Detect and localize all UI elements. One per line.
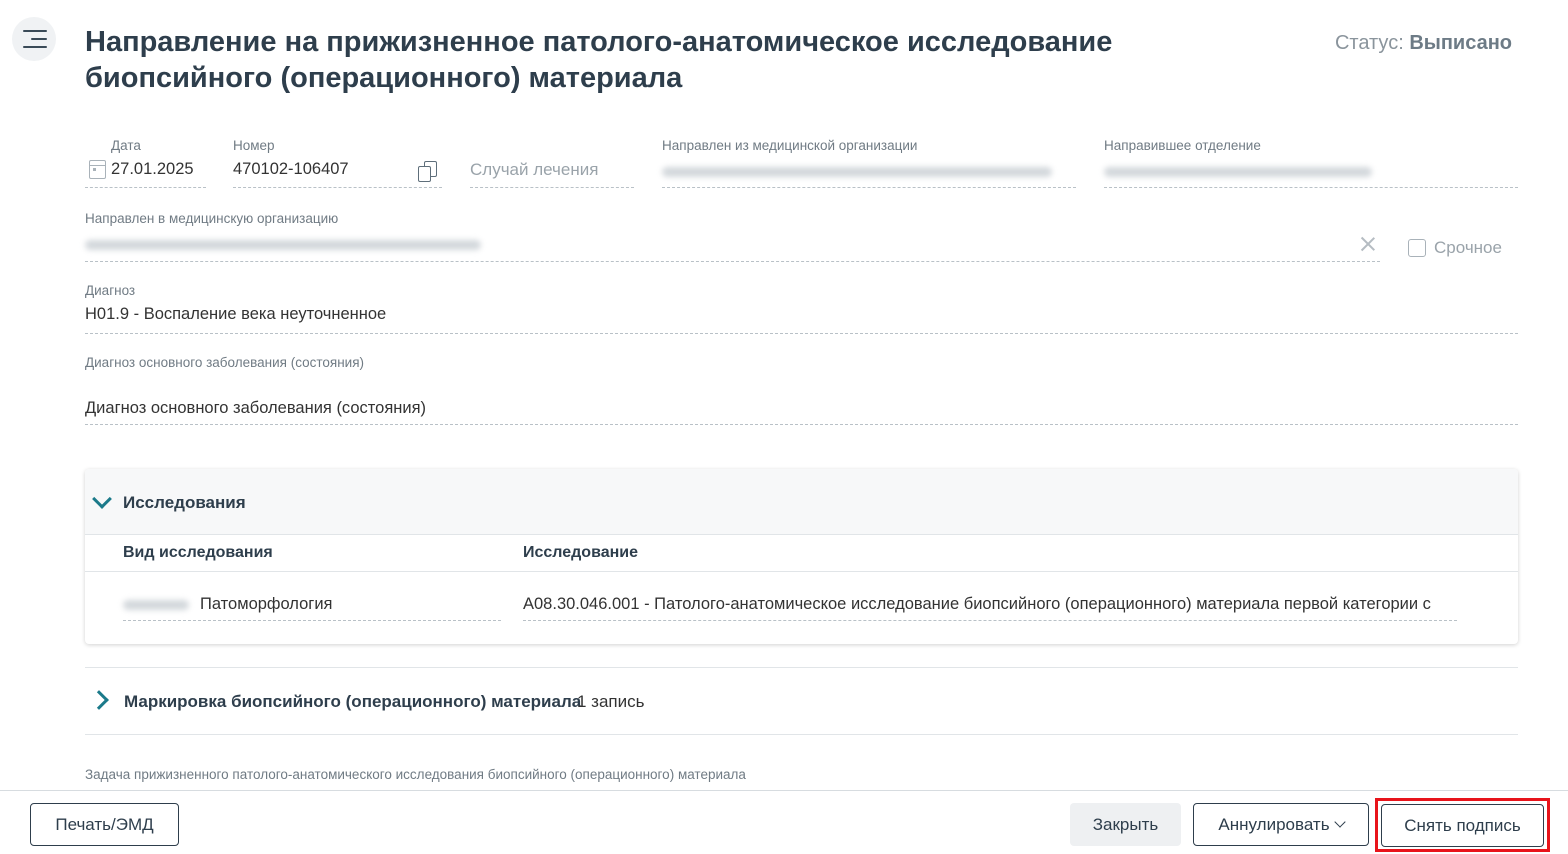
- clear-icon[interactable]: [1359, 235, 1377, 253]
- studies-panel-header[interactable]: Исследования: [85, 469, 1518, 535]
- menu-icon[interactable]: [12, 17, 56, 61]
- chevron-down-icon[interactable]: [92, 489, 112, 509]
- from-dept-label: Направившее отделение: [1104, 138, 1261, 153]
- type-code-blurred: [123, 600, 189, 610]
- diagnosis-label: Диагноз: [85, 283, 136, 298]
- number-label: Номер: [233, 138, 275, 153]
- main-diagnosis-input: Диагноз основного заболевания (состояния…: [85, 399, 427, 417]
- studies-panel: Исследования Вид исследования Исследован…: [85, 469, 1518, 644]
- to-org-value-blurred: [85, 240, 481, 250]
- close-button[interactable]: Закрыть: [1070, 803, 1181, 846]
- footer-toolbar: Печать/ЭМД Закрыть Аннулировать Снять по…: [0, 790, 1568, 854]
- to-org-field[interactable]: Направлен в медицинскую организацию: [85, 211, 1380, 262]
- main-diagnosis-field[interactable]: Диагноз основного заболевания (состояния…: [85, 355, 1518, 425]
- from-org-label: Направлен из медицинской организации: [662, 138, 918, 153]
- number-value: 470102-106407: [233, 160, 349, 178]
- marking-count: 1 запись: [577, 692, 645, 711]
- urgent-label: Срочное: [1434, 238, 1502, 257]
- status-value: Выписано: [1409, 32, 1512, 54]
- from-dept-value-blurred: [1104, 167, 1372, 177]
- annul-button[interactable]: Аннулировать: [1193, 803, 1369, 846]
- diagnosis-value: H01.9 - Воспаление века неуточненное: [85, 305, 387, 323]
- date-label: Дата: [111, 138, 141, 153]
- remove-signature-button[interactable]: Снять подпись: [1381, 804, 1544, 847]
- from-dept-field[interactable]: Направившее отделение: [1104, 138, 1518, 188]
- chevron-right-icon[interactable]: [89, 690, 109, 710]
- case-field[interactable]: Случай лечения: [470, 138, 634, 188]
- col-header-study: Исследование: [523, 544, 638, 561]
- status-label: Статус:: [1334, 32, 1404, 54]
- col-header-type: Вид исследования: [123, 544, 273, 561]
- urgent-checkbox[interactable]: Срочное: [1408, 238, 1502, 258]
- calendar-icon[interactable]: [89, 160, 106, 179]
- date-value: 27.01.2025: [111, 160, 194, 178]
- page-title: Направление на прижизненное патолого-ана…: [85, 26, 1113, 94]
- print-emd-button[interactable]: Печать/ЭМД: [30, 803, 179, 846]
- chevron-down-icon: [1333, 816, 1346, 828]
- study-type-value: Патоморфология: [200, 595, 333, 613]
- highlight-frame: Снять подпись: [1375, 798, 1550, 852]
- main-diagnosis-label: Диагноз основного заболевания (состояния…: [85, 355, 365, 370]
- table-row-study-cell[interactable]: A08.30.046.001 - Патолого-анатомическое …: [523, 581, 1457, 621]
- table-row-type-cell[interactable]: Патоморфология: [123, 581, 501, 621]
- status: Статус: Выписано: [1335, 32, 1512, 55]
- from-org-field[interactable]: Направлен из медицинской организации: [662, 138, 1076, 188]
- number-field[interactable]: Номер 470102-106407: [233, 138, 442, 188]
- copy-icon[interactable]: [418, 161, 438, 183]
- diagnosis-field[interactable]: Диагноз H01.9 - Воспаление века неуточне…: [85, 283, 1518, 334]
- to-org-label: Направлен в медицинскую организацию: [85, 211, 339, 226]
- case-placeholder: Случай лечения: [470, 160, 599, 179]
- studies-title: Исследования: [123, 493, 246, 512]
- from-org-value-blurred: [662, 167, 1052, 177]
- task-label: Задача прижизненного патолого-анатомичес…: [85, 767, 746, 782]
- study-value: A08.30.046.001 - Патолого-анатомическое …: [523, 595, 1431, 613]
- annul-label: Аннулировать: [1218, 814, 1330, 834]
- marking-title[interactable]: Маркировка биопсийного (операционного) м…: [124, 692, 581, 712]
- checkbox-icon[interactable]: [1408, 239, 1426, 257]
